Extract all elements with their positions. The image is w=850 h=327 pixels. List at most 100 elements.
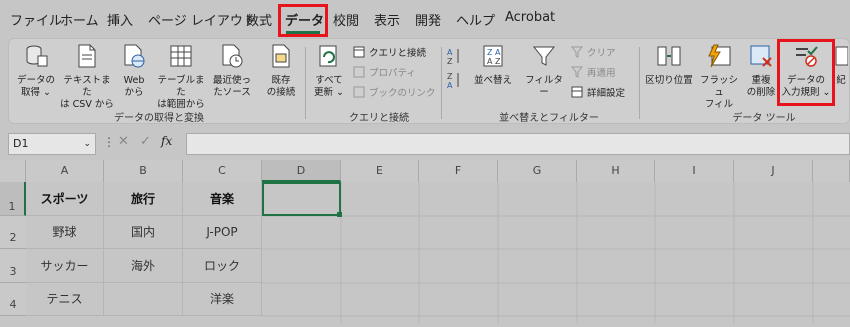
table-cell[interactable]: テニス	[26, 283, 104, 316]
filter-button[interactable]: フィルター	[523, 43, 565, 99]
tab-help[interactable]: ヘルプ	[456, 10, 495, 29]
tab-file[interactable]: ファイル	[10, 10, 62, 29]
group-label-queries: クエリと接続	[349, 113, 409, 124]
chevron-down-icon[interactable]: ⌄	[83, 134, 91, 154]
insert-function-icon[interactable]: fx	[161, 134, 172, 148]
tab-developer[interactable]: 開発	[415, 10, 441, 29]
column-header[interactable]: G	[498, 160, 577, 182]
database-icon	[26, 45, 48, 67]
table-cell[interactable]: 国内	[104, 216, 183, 249]
tab-insert[interactable]: 挿入	[107, 10, 133, 29]
column-header[interactable]: H	[577, 160, 655, 182]
properties-button[interactable]: プロパティ	[353, 65, 416, 79]
svg-text:A Z: A Z	[487, 57, 501, 66]
sort-ascending-button[interactable]: AZ	[447, 47, 461, 65]
menu-bar: ファイル ホーム 挿入 ページ レイアウト 数式 データ 校閲 表示 開発 ヘル…	[0, 0, 850, 38]
reapply-button[interactable]: 再適用	[571, 65, 616, 79]
clear-filter-button[interactable]: クリア	[571, 45, 616, 59]
workbook-links-button[interactable]: ブックのリンク	[353, 85, 436, 99]
connection-file-icon	[272, 44, 290, 68]
data-validation-highlight	[777, 39, 835, 106]
flash-fill-button[interactable]: フラッシュ フィル	[697, 43, 741, 111]
svg-text:Z: Z	[447, 57, 453, 65]
consolidate-button[interactable]: 紀	[834, 43, 848, 87]
table-cell[interactable]: サッカー	[26, 249, 104, 283]
column-header[interactable]: A	[26, 160, 104, 182]
table-cell[interactable]: J-POP	[183, 216, 262, 249]
advanced-filter-icon	[571, 86, 583, 98]
tab-view[interactable]: 表示	[374, 10, 400, 29]
from-text-csv-button[interactable]: テキストまた は CSV から	[59, 43, 115, 111]
table-cell[interactable]: 音楽	[183, 182, 262, 216]
row-header[interactable]: 4	[0, 283, 26, 316]
table-cell[interactable]: 海外	[104, 249, 183, 283]
row-header[interactable]: 3	[0, 249, 26, 283]
sort-za-icon: ZA	[447, 72, 459, 89]
properties-icon	[353, 66, 365, 78]
svg-text:Z A: Z A	[487, 48, 501, 57]
column-header[interactable]: J	[734, 160, 813, 182]
refresh-icon	[319, 45, 337, 67]
cancel-icon[interactable]: ✕	[118, 134, 129, 149]
filter-icon	[532, 46, 556, 66]
tab-formulas[interactable]: 数式	[246, 10, 272, 29]
queries-icon	[353, 46, 365, 58]
recent-sources-button[interactable]: 最近使っ たソース	[209, 43, 255, 99]
tab-acrobat[interactable]: Acrobat	[505, 10, 555, 25]
column-header[interactable]: C	[183, 160, 262, 182]
get-data-label: データの	[16, 75, 55, 86]
queries-connections-button[interactable]: クエリと接続	[353, 45, 426, 59]
reapply-icon	[571, 66, 583, 78]
ribbon-separator	[305, 47, 306, 119]
from-web-button[interactable]: Web から	[117, 43, 151, 99]
advanced-filter-button[interactable]: 詳細設定	[571, 85, 625, 99]
sort-descending-button[interactable]: ZA	[447, 71, 461, 89]
tab-review[interactable]: 校閲	[333, 10, 359, 29]
column-header[interactable]: F	[419, 160, 498, 182]
table-cell[interactable]: 野球	[26, 216, 104, 249]
group-label-data-tools: データ ツール	[732, 113, 796, 124]
text-to-columns-button[interactable]: 区切り位置	[643, 43, 695, 87]
from-table-range-button[interactable]: テーブルまた は範囲から	[153, 43, 209, 111]
table-cell[interactable]: ロック	[183, 249, 262, 283]
column-header[interactable]: B	[104, 160, 183, 182]
data-tab-highlight	[278, 4, 328, 37]
existing-connections-button[interactable]: 既存 の接続	[261, 43, 301, 99]
svg-text:A: A	[447, 48, 453, 57]
table-cell[interactable]: 旅行	[104, 182, 183, 216]
column-header[interactable]: D	[262, 160, 341, 182]
fill-handle[interactable]	[337, 212, 342, 217]
table-cell[interactable]: 洋楽	[183, 283, 262, 316]
refresh-all-button[interactable]: すべて 更新 ⌄	[309, 43, 349, 99]
active-cell-d1[interactable]	[262, 182, 341, 216]
svg-text:A: A	[447, 81, 453, 89]
flash-fill-icon	[708, 44, 731, 68]
spreadsheet-grid: A B C D E F G H I J 1 2 3 4 スポーツ 旅行 音楽 野…	[0, 160, 850, 323]
more-options-icon[interactable]: ⋮	[103, 135, 115, 149]
column-header[interactable]: I	[655, 160, 734, 182]
name-box[interactable]: D1 ⌄	[8, 133, 96, 155]
formula-input[interactable]	[186, 133, 850, 155]
tab-page-layout[interactable]: ページ レイアウト	[148, 10, 256, 29]
column-header[interactable]: E	[341, 160, 419, 182]
row-header[interactable]: 1	[0, 182, 26, 216]
group-label-get-data: データの取得と変換	[114, 113, 204, 124]
remove-duplicates-button[interactable]: 重複 の削除	[741, 43, 781, 99]
text-to-columns-icon	[657, 46, 681, 66]
table-cell[interactable]	[104, 283, 183, 316]
ribbon-separator	[441, 47, 442, 119]
tab-home[interactable]: ホーム	[60, 10, 99, 29]
link-icon	[353, 86, 365, 98]
column-header[interactable]	[813, 160, 850, 182]
svg-text:Z: Z	[447, 72, 453, 81]
table-icon	[170, 45, 192, 67]
row-header[interactable]: 2	[0, 216, 26, 249]
sort-button[interactable]: Z A A Z 並べ替え	[469, 43, 517, 87]
remove-duplicates-icon	[750, 45, 772, 67]
ribbon: データの 取得 ⌄ テキストまた は CSV から Web から テーブルまた …	[8, 38, 850, 124]
table-cell[interactable]: スポーツ	[26, 182, 104, 216]
select-all-corner[interactable]	[0, 160, 26, 182]
text-file-icon	[78, 44, 96, 68]
get-data-button[interactable]: データの 取得 ⌄	[13, 43, 59, 99]
enter-icon[interactable]: ✓	[140, 134, 151, 149]
